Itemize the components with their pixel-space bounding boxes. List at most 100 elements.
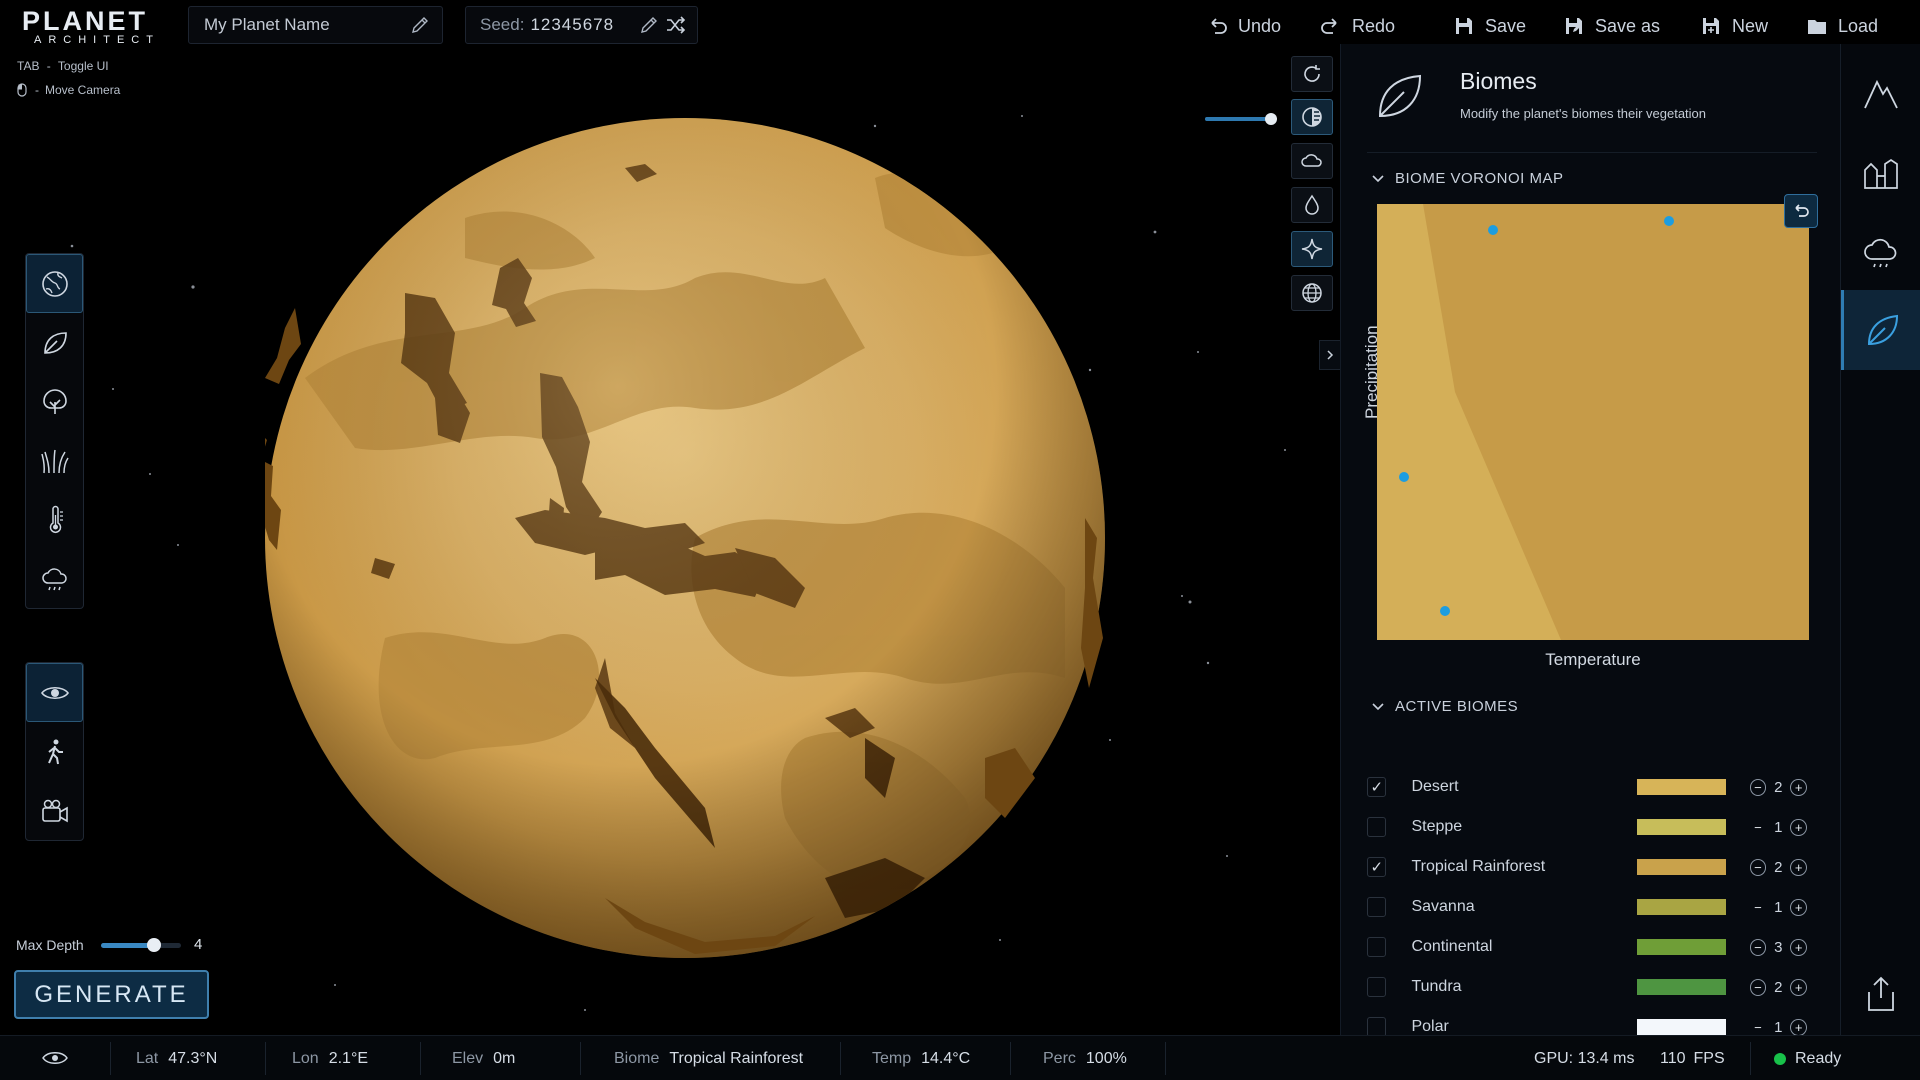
elev-label: Elev — [452, 1050, 484, 1067]
biome-count: 3 — [1774, 938, 1783, 956]
biome-row: Polar −1 + — [1367, 1012, 1807, 1035]
load-label: Load — [1838, 15, 1879, 36]
status-dot-icon — [1774, 1053, 1786, 1065]
max-depth-handle[interactable] — [146, 938, 161, 952]
hint-action: Move Camera — [45, 83, 121, 97]
max-depth-slider[interactable] — [101, 938, 181, 952]
decrement-button[interactable]: − — [1750, 819, 1767, 836]
decrement-button[interactable]: − — [1749, 938, 1767, 956]
save-as-label: Save as — [1595, 15, 1661, 36]
biome-color-swatch[interactable] — [1637, 899, 1726, 915]
planet-name-field[interactable]: My Planet Name — [188, 6, 443, 44]
save-button[interactable]: Save — [1453, 12, 1526, 40]
undo-label: Undo — [1238, 15, 1282, 36]
increment-button[interactable]: + — [1790, 778, 1807, 796]
increment-button[interactable]: + — [1790, 818, 1807, 836]
pencil-icon[interactable] — [639, 15, 659, 35]
rail-export[interactable] — [1841, 954, 1920, 1034]
planet-terrain-overlay — [265, 118, 1105, 958]
lon-value: 2.1°E — [328, 1050, 369, 1067]
divider — [1750, 1042, 1751, 1075]
active-biomes-header[interactable]: ACTIVE BIOMES — [1371, 698, 1518, 715]
rail-terrain[interactable] — [1841, 54, 1920, 134]
stat-ready: Ready — [1774, 1050, 1841, 1068]
perc-label: Perc — [1043, 1050, 1076, 1067]
biome-color-swatch[interactable] — [1637, 939, 1726, 955]
stat-lon: Lon 2.1°E — [292, 1050, 368, 1068]
sparkle-button[interactable] — [1291, 231, 1333, 267]
collapse-panel-button[interactable] — [1319, 340, 1341, 370]
biome-checkbox[interactable] — [1367, 977, 1387, 997]
voronoi-section-header[interactable]: BIOME VORONOI MAP — [1371, 170, 1564, 187]
decrement-button[interactable]: − — [1749, 778, 1767, 796]
tool-camera[interactable] — [26, 781, 83, 840]
wireframe-button[interactable] — [1291, 275, 1333, 311]
rail-structures[interactable] — [1841, 134, 1920, 214]
biome-checkbox[interactable]: ✓ — [1367, 777, 1387, 797]
biome-checkbox[interactable] — [1367, 897, 1387, 917]
biome-count: 2 — [1774, 858, 1783, 876]
biome-color-swatch[interactable] — [1637, 859, 1726, 875]
rail-biomes[interactable] — [1841, 290, 1920, 370]
voronoi-point[interactable] — [1440, 606, 1450, 616]
redo-icon — [1321, 18, 1337, 34]
save-as-button[interactable]: Save as — [1563, 12, 1660, 40]
tool-temperature[interactable] — [26, 490, 83, 549]
biome-color-swatch[interactable] — [1637, 1019, 1726, 1035]
redo-button[interactable]: Redo — [1320, 12, 1395, 40]
biome-checkbox[interactable] — [1367, 817, 1387, 837]
biome-color-swatch[interactable] — [1637, 779, 1726, 795]
tool-trees[interactable] — [26, 372, 83, 431]
stat-elev: Elev 0m — [452, 1050, 515, 1068]
rail-weather[interactable] — [1841, 214, 1920, 294]
tool-weather[interactable] — [26, 549, 83, 608]
reset-voronoi-button[interactable] — [1784, 194, 1818, 228]
tool-globe[interactable] — [26, 254, 83, 313]
biome-count: 1 — [1774, 898, 1783, 916]
biome-checkbox[interactable] — [1367, 937, 1387, 957]
light-intensity-handle[interactable] — [1265, 113, 1277, 125]
decrement-button[interactable]: − — [1749, 858, 1767, 876]
lighting-button[interactable] — [1291, 99, 1333, 135]
biome-row: Savanna −1 + — [1367, 892, 1807, 922]
increment-button[interactable]: + — [1790, 978, 1807, 996]
voronoi-point[interactable] — [1488, 225, 1498, 235]
voronoi-point[interactable] — [1399, 472, 1409, 482]
water-button[interactable] — [1291, 187, 1333, 223]
fps-label: FPS — [1693, 1050, 1725, 1067]
biome-color-swatch[interactable] — [1637, 979, 1726, 995]
shuffle-icon[interactable] — [665, 15, 687, 35]
undo-button[interactable]: Undo — [1206, 12, 1281, 40]
category-rail — [1840, 44, 1920, 1035]
biome-voronoi-map[interactable] — [1377, 204, 1809, 640]
planet-viewport[interactable] — [0, 0, 1340, 1035]
tool-grass[interactable] — [26, 431, 83, 490]
eye-icon[interactable] — [42, 1049, 68, 1067]
generate-button[interactable]: GENERATE — [14, 970, 209, 1019]
decrement-button[interactable]: − — [1750, 1019, 1767, 1036]
increment-button[interactable]: + — [1790, 858, 1807, 876]
rotate-button[interactable] — [1291, 56, 1333, 92]
biome-checkbox[interactable] — [1367, 1017, 1387, 1035]
decrement-button[interactable]: − — [1750, 899, 1767, 916]
generate-label: GENERATE — [34, 980, 189, 1008]
increment-button[interactable]: + — [1790, 898, 1807, 916]
tool-view[interactable] — [26, 663, 83, 722]
load-button[interactable]: Load — [1806, 12, 1878, 40]
biome-color-swatch[interactable] — [1637, 819, 1726, 835]
mountains-icon — [1864, 79, 1898, 109]
voronoi-point[interactable] — [1664, 216, 1674, 226]
seed-field[interactable]: Seed: 12345678 — [465, 6, 698, 44]
biome-name: Polar — [1411, 1018, 1449, 1035]
edit-tools-bar — [25, 253, 84, 609]
light-intensity-slider[interactable] — [1205, 113, 1277, 125]
pencil-icon[interactable] — [410, 15, 430, 35]
biome-checkbox[interactable]: ✓ — [1367, 857, 1387, 877]
tool-walk[interactable] — [26, 722, 83, 781]
new-button[interactable]: New — [1700, 12, 1768, 40]
tool-biomes[interactable] — [26, 313, 83, 372]
decrement-button[interactable]: − — [1749, 978, 1767, 996]
increment-button[interactable]: + — [1790, 1018, 1807, 1035]
clouds-button[interactable] — [1291, 143, 1333, 179]
increment-button[interactable]: + — [1790, 938, 1807, 956]
